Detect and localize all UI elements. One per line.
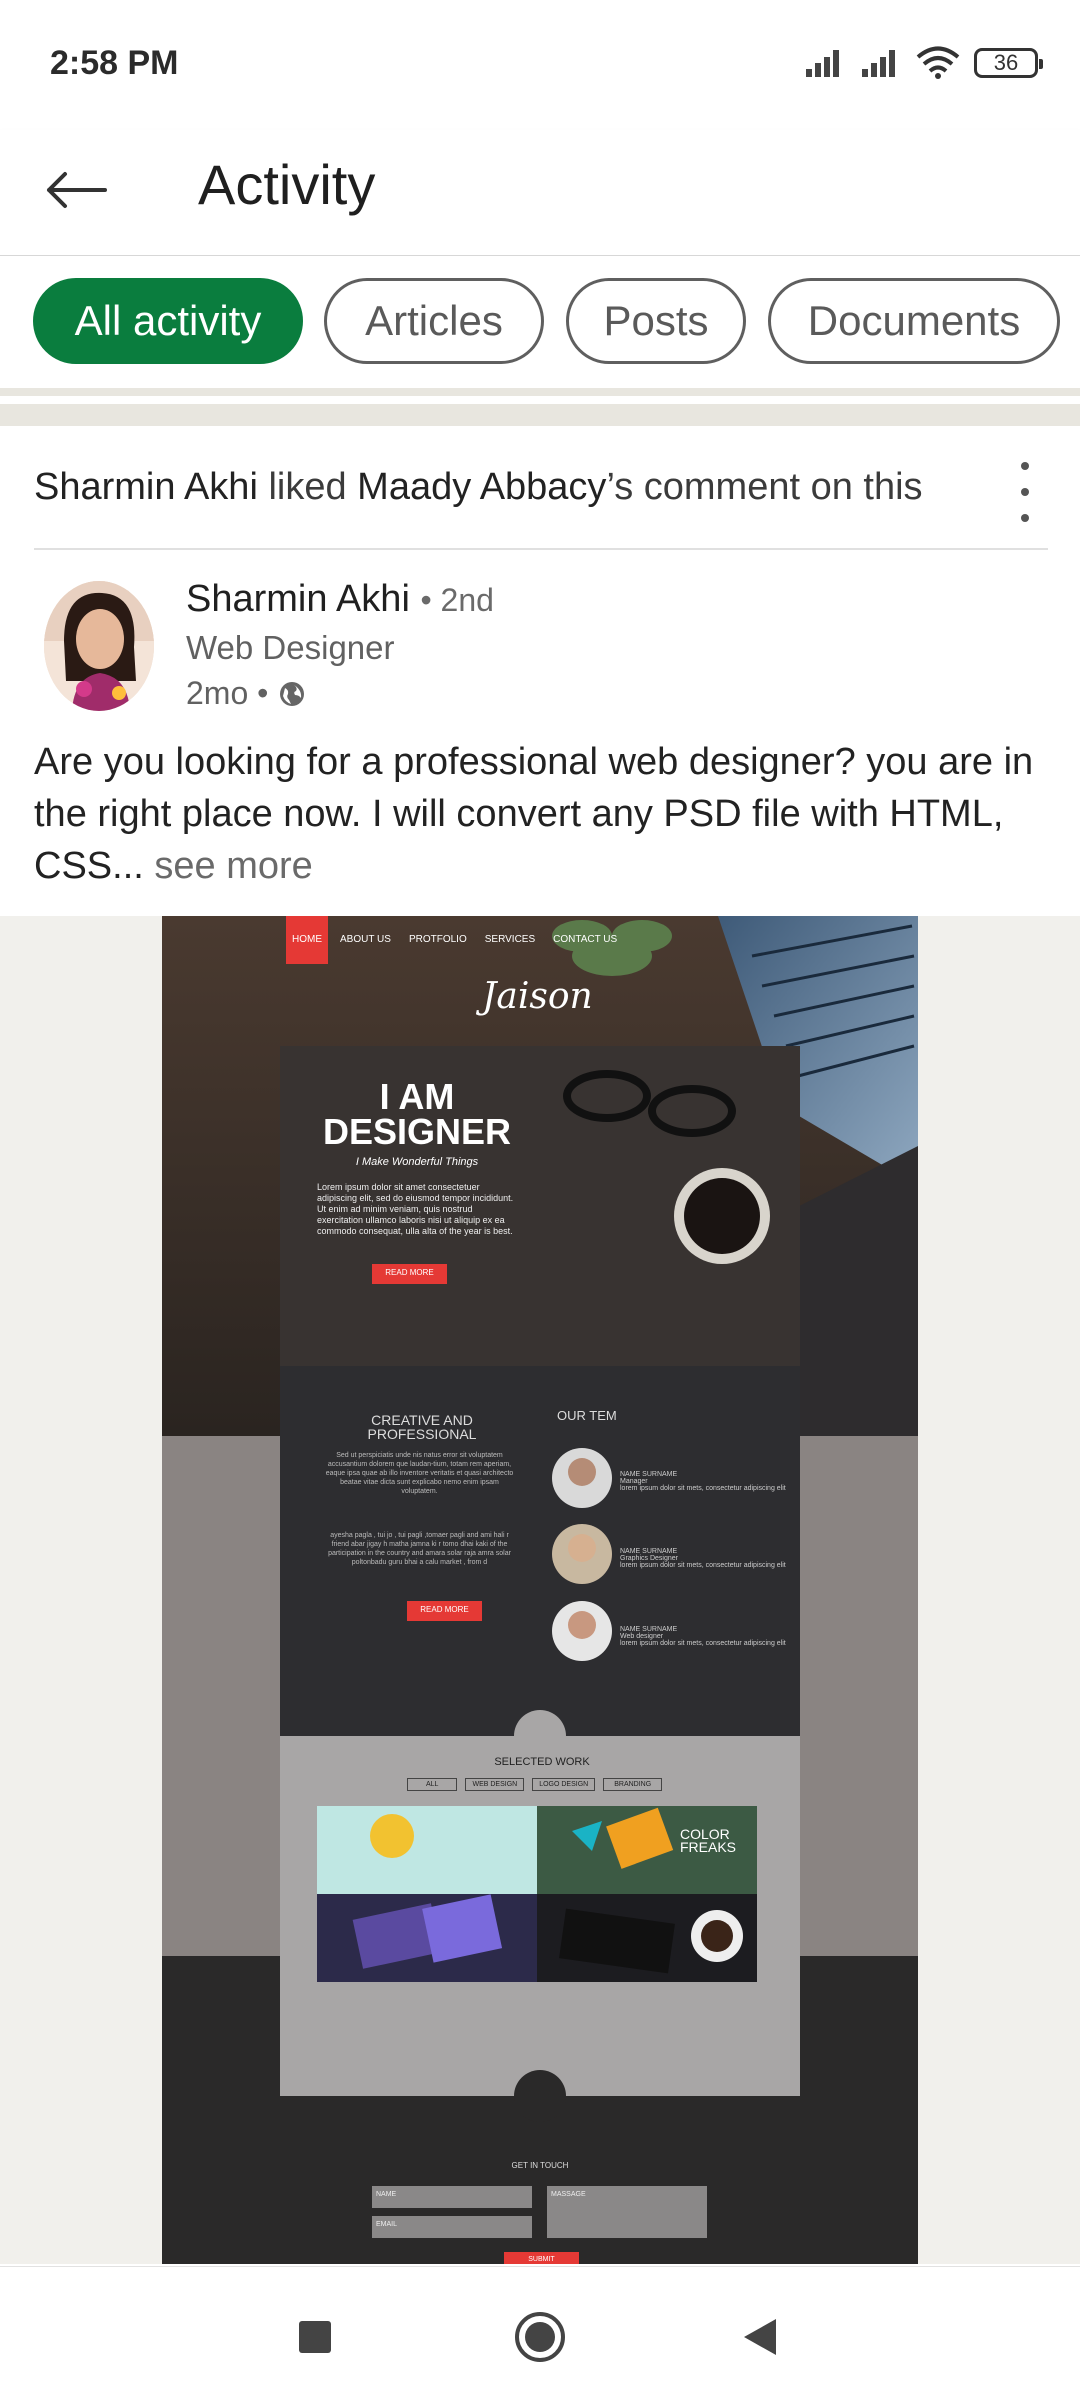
home-button[interactable] [510,2307,570,2367]
avatar[interactable] [44,581,154,711]
mock-hero-read-more: READ MORE [385,1268,434,1277]
triangle-back-icon [744,2319,776,2355]
mock-nav-contact: CONTACT US [553,934,618,945]
mock-team-1: NAME SURNAME Manager lorem ipsum dolor s… [620,1471,790,1492]
dot [1021,488,1029,496]
circle-icon [515,2312,565,2362]
target-name[interactable]: Maady Abbacy [357,466,606,508]
battery-indicator: 36 [974,48,1043,78]
mock-nav-portfolio: PROTFOLIO [408,934,467,945]
mock-color-freaks: COLOR FREAKS [680,1826,737,1855]
arrow-left-icon [47,172,107,208]
app-bar: Activity [0,130,1080,257]
status-time: 2:58 PM [50,44,179,82]
recents-button[interactable] [285,2307,345,2367]
mock-team-role: Graphics Designer [620,1555,678,1562]
mock-read-more-2: READ MORE [420,1605,469,1614]
website-mockup-image: HOME ABOUT US PROTFOLIO SERVICES CONTACT… [162,916,918,2264]
post-text: Are you looking for a professional web d… [34,736,1044,892]
activity-action: liked [268,466,347,508]
divider-line [0,388,1080,396]
actor-name[interactable]: Sharmin Akhi [34,466,258,508]
tab-all-activity[interactable]: All activity [33,278,303,364]
author-name[interactable]: Sharmin Akhi • 2nd [186,578,494,621]
mock-creative-body-2: ayesha pagla , tui jo , tui pagli ,tomae… [328,1532,511,1566]
post-time: 2mo • [186,675,306,712]
mockup-background [162,916,918,2264]
mock-team-desc: lorem ipsum dolor sit mets, consectetur … [620,1562,786,1569]
mock-logo: Jaison [482,976,593,1017]
mock-hero-body: Lorem ipsum dolor sit amet consectetuer … [317,1182,514,1236]
mock-filter: BRANDING [603,1778,663,1791]
mock-selected-work: SELECTED WORK [494,1756,590,1768]
mock-submit: SUBMIT [528,2256,555,2263]
divider [34,548,1048,550]
see-more-link[interactable]: see more [154,845,312,887]
mock-team-2: NAME SURNAME Graphics Designer lorem ips… [620,1548,790,1569]
author-headline: Web Designer [186,629,395,666]
mock-team-name: NAME SURNAME [620,1626,678,1633]
mock-nav-services: SERVICES [484,934,536,945]
tab-documents[interactable]: Documents [768,278,1060,364]
signal-icon-2 [862,50,895,77]
mock-hero-title-2: DESIGNER [322,1111,512,1152]
mock-form-email: EMAIL [376,2221,398,2228]
mock-team-role: Web designer [620,1633,664,1640]
globe-icon [280,681,305,706]
page-title: Activity [198,153,376,216]
status-bar: 2:58 PM 36 [0,0,1080,130]
back-button[interactable] [40,160,110,220]
system-nav-bar [0,2266,1080,2401]
filter-tabs: All activity Articles Posts Documents [0,256,1080,388]
divider-gap [0,404,1080,426]
connection-degree: • 2nd [420,582,494,618]
dot [1021,462,1029,470]
back-nav-button[interactable] [730,2307,790,2367]
mock-filter: ALL [407,1778,458,1791]
mock-team-desc: lorem ipsum dolor sit mets, consectetur … [620,1485,786,1492]
mock-form-name: NAME [376,2191,397,2198]
mock-team-name: NAME SURNAME [620,1548,678,1555]
mock-nav-about: ABOUT US [340,934,391,945]
mock-team-role: Manager [620,1478,648,1485]
avatar-image [44,581,154,711]
more-options-button[interactable] [1010,462,1040,522]
tab-posts[interactable]: Posts [566,278,746,364]
activity-card: Sharmin Akhi liked Maady Abbacy’s commen… [0,426,1080,2264]
mock-creative-title: CREATIVE AND PROFESSIONAL [367,1412,477,1442]
mock-team-name: NAME SURNAME [620,1471,678,1478]
mock-nav-home: HOME [292,934,322,945]
square-icon [299,2321,331,2353]
mock-filter: LOGO DESIGN [532,1778,596,1791]
author-name-text: Sharmin Akhi [186,578,410,620]
mock-filter: WEB DESIGN [465,1778,525,1791]
mock-nav: HOME ABOUT US PROTFOLIO SERVICES CONTACT… [292,934,617,945]
activity-suffix: ’s comment on this [606,466,923,508]
tab-articles[interactable]: Articles [324,278,544,364]
status-icons: 36 [804,46,1043,80]
post-image[interactable]: HOME ABOUT US PROTFOLIO SERVICES CONTACT… [0,916,1080,2264]
mock-form-message: MASSAGE [551,2191,586,2198]
mock-creative-body: Sed ut perspiciatis unde nis natus error… [325,1452,514,1495]
mock-team-3: NAME SURNAME Web designer lorem ipsum do… [620,1626,790,1647]
mock-team-desc: lorem ipsum dolor sit mets, consectetur … [620,1640,786,1647]
post-time-text: 2mo • [186,675,269,711]
dot [1021,514,1029,522]
mock-get-in-touch: GET IN TOUCH [511,2161,569,2170]
mock-filters: ALL WEB DESIGN LOGO DESIGN BRANDING [407,1778,663,1791]
mock-hero-tagline: I Make Wonderful Things [355,1156,479,1168]
mock-team-title: OUR TEM [557,1408,617,1423]
wifi-icon [916,46,960,79]
signal-icon [806,50,839,77]
activity-header: Sharmin Akhi liked Maady Abbacy’s commen… [34,466,923,509]
